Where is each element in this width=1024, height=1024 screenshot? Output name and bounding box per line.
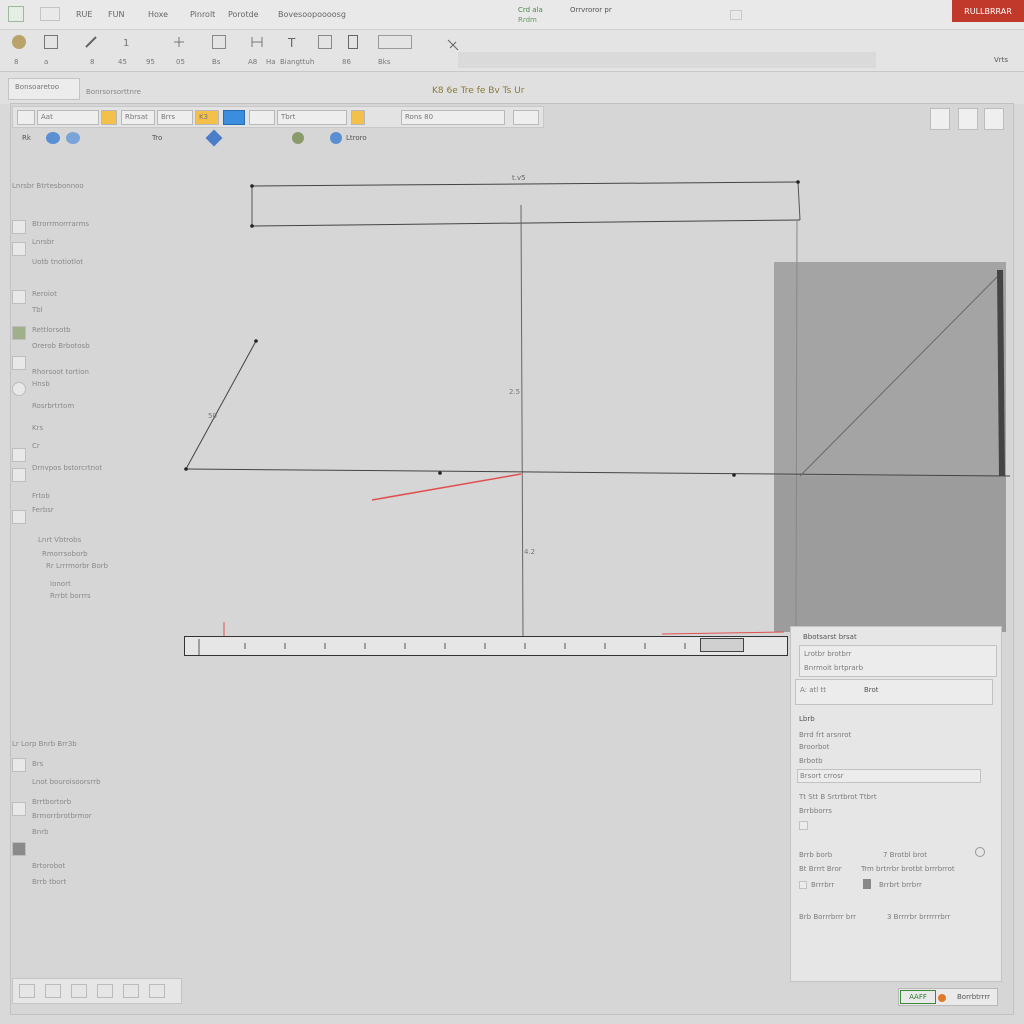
dimension-label-low: 4.2 <box>524 548 536 556</box>
view-icon-4[interactable] <box>97 984 113 998</box>
field-label-6: Brrbborrs <box>799 807 832 815</box>
properties-title: Bbotsarst brsat <box>803 633 857 641</box>
view-icon-2[interactable] <box>45 984 61 998</box>
view-icon-6[interactable] <box>149 984 165 998</box>
row-3-value: Brrbrt brrbrr <box>879 881 922 889</box>
view-icon-3[interactable] <box>71 984 87 998</box>
row-4-label: Brb Borrrbrrr brr <box>799 913 856 921</box>
option-checkbox[interactable] <box>799 821 808 830</box>
field-label-5: Tt Stt B Srtrtbrot Ttbrt <box>799 793 877 801</box>
row-4-value: 3 Brrrrbr brrrrrrbrr <box>887 913 951 921</box>
status-label: Borrbtrrrr <box>957 993 991 1001</box>
checkbox-a[interactable] <box>799 881 807 889</box>
info-line-1: Lrotbr brotbrr <box>804 650 852 658</box>
row-2-value: Trm brtrrbr brotbt brrrbrrot <box>861 865 955 873</box>
status-indicator-icon <box>938 994 946 1002</box>
field-label-3: Brbotb <box>799 757 823 765</box>
row-3-label: Brrrbrr <box>811 881 835 889</box>
view-icon-5[interactable] <box>123 984 139 998</box>
info-line-2: Bnrmoit brtprarb <box>804 664 864 672</box>
selection-value: Brot <box>864 686 879 694</box>
refresh-icon[interactable] <box>975 847 985 857</box>
value-input[interactable]: Brsort crrosr <box>797 769 981 783</box>
section-title: Lbrb <box>799 715 815 723</box>
field-label-1: Brrd frt arsnrot <box>799 731 852 739</box>
value-input-text: Brsort crrosr <box>800 772 844 780</box>
properties-panel: Bbotsarst brsat Lrotbr brotbrr Bnrmoit b… <box>790 626 1002 982</box>
row-1-value: 7 Brotbl brot <box>883 851 928 859</box>
horizontal-ruler[interactable] <box>184 636 788 656</box>
field-label-2: Broorbot <box>799 743 830 751</box>
view-icon-1[interactable] <box>19 984 35 998</box>
dimension-label-mid: 2.5 <box>509 388 521 396</box>
row-1-label: Brrb borb <box>799 851 833 859</box>
row-2-label: Bt Brrrt Bror <box>799 865 842 873</box>
ruler-slider[interactable] <box>700 638 744 652</box>
dimension-label-top: t.v5 <box>512 174 526 182</box>
apply-button[interactable]: AAFF <box>900 990 936 1004</box>
info-box: Lrotbr brotbrr Bnrmoit brtprarb <box>799 645 997 677</box>
dimension-label-angle: 50 <box>208 412 217 420</box>
bottom-toolbar <box>12 978 182 1004</box>
selection-label: A: atl tt <box>800 686 826 694</box>
checkbox-b[interactable] <box>863 879 871 889</box>
selection-row[interactable]: A: atl tt Brot <box>795 679 993 705</box>
